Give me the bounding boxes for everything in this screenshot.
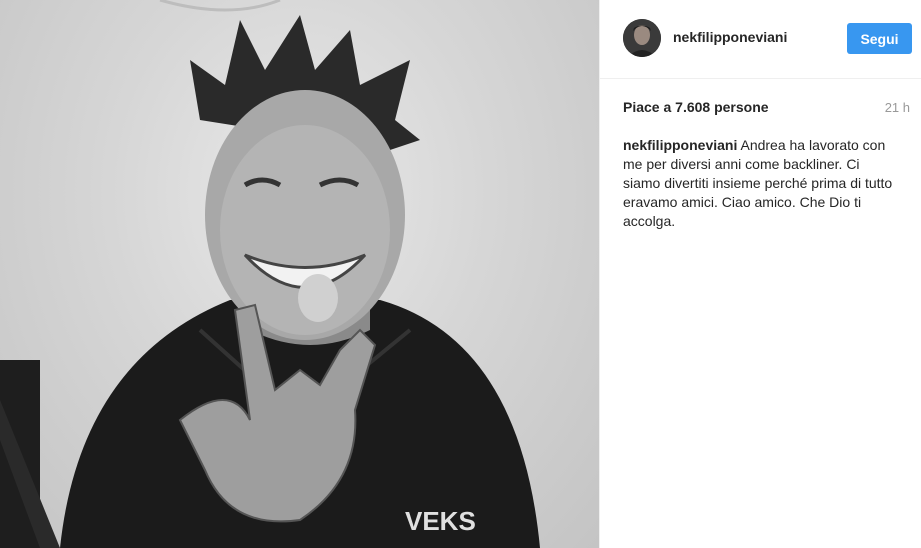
author-username[interactable]: nekfilipponeviani (673, 29, 787, 45)
post-caption: nekfilipponeviani Andrea ha lavorato con… (623, 136, 897, 231)
caption-username[interactable]: nekfilipponeviani (623, 137, 737, 153)
post-timestamp[interactable]: 21 h (885, 100, 910, 115)
post-sidebar: nekfilipponeviani Segui Piace a 7.608 pe… (599, 0, 921, 548)
avatar-image (623, 19, 661, 57)
photo-illustration: VEKS (0, 0, 540, 548)
follow-button[interactable]: Segui (847, 23, 912, 54)
svg-text:VEKS: VEKS (405, 506, 476, 536)
post-photo[interactable]: VEKS (0, 0, 599, 548)
likes-count[interactable]: Piace a 7.608 persone (623, 99, 769, 115)
post-header: nekfilipponeviani Segui (600, 0, 921, 79)
avatar[interactable] (623, 19, 661, 57)
